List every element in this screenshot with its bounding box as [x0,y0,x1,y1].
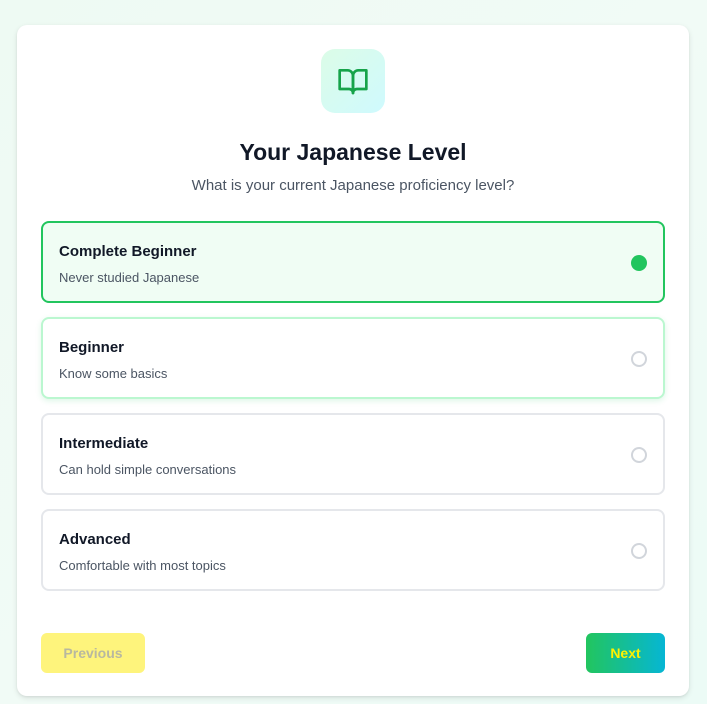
radio-indicator[interactable] [631,351,647,367]
level-card: Your Japanese Level What is your current… [17,25,689,696]
option-title: Complete Beginner [59,243,197,260]
option-beginner[interactable]: Beginner Know some basics [41,317,665,399]
page-subtitle: What is your current Japanese proficienc… [191,177,515,194]
option-description: Can hold simple conversations [59,462,237,477]
previous-button[interactable]: Previous [41,633,145,673]
book-open-icon [338,69,368,95]
header-icon-box [321,49,385,113]
option-title: Intermediate [59,435,149,452]
option-title: Beginner [59,339,125,356]
option-description: Never studied Japanese [59,270,200,285]
radio-indicator[interactable] [631,255,647,271]
radio-indicator[interactable] [631,447,647,463]
level-options: Complete Beginner Never studied Japanese… [41,221,665,605]
option-description: Comfortable with most topics [59,558,226,573]
page-title: Your Japanese Level [239,139,467,165]
option-advanced[interactable]: Advanced Comfortable with most topics [41,509,665,591]
radio-indicator[interactable] [631,543,647,559]
next-button[interactable]: Next [586,633,665,673]
option-complete-beginner[interactable]: Complete Beginner Never studied Japanese [41,221,665,303]
option-description: Know some basics [59,366,168,381]
option-title: Advanced [59,531,131,548]
option-intermediate[interactable]: Intermediate Can hold simple conversatio… [41,413,665,495]
